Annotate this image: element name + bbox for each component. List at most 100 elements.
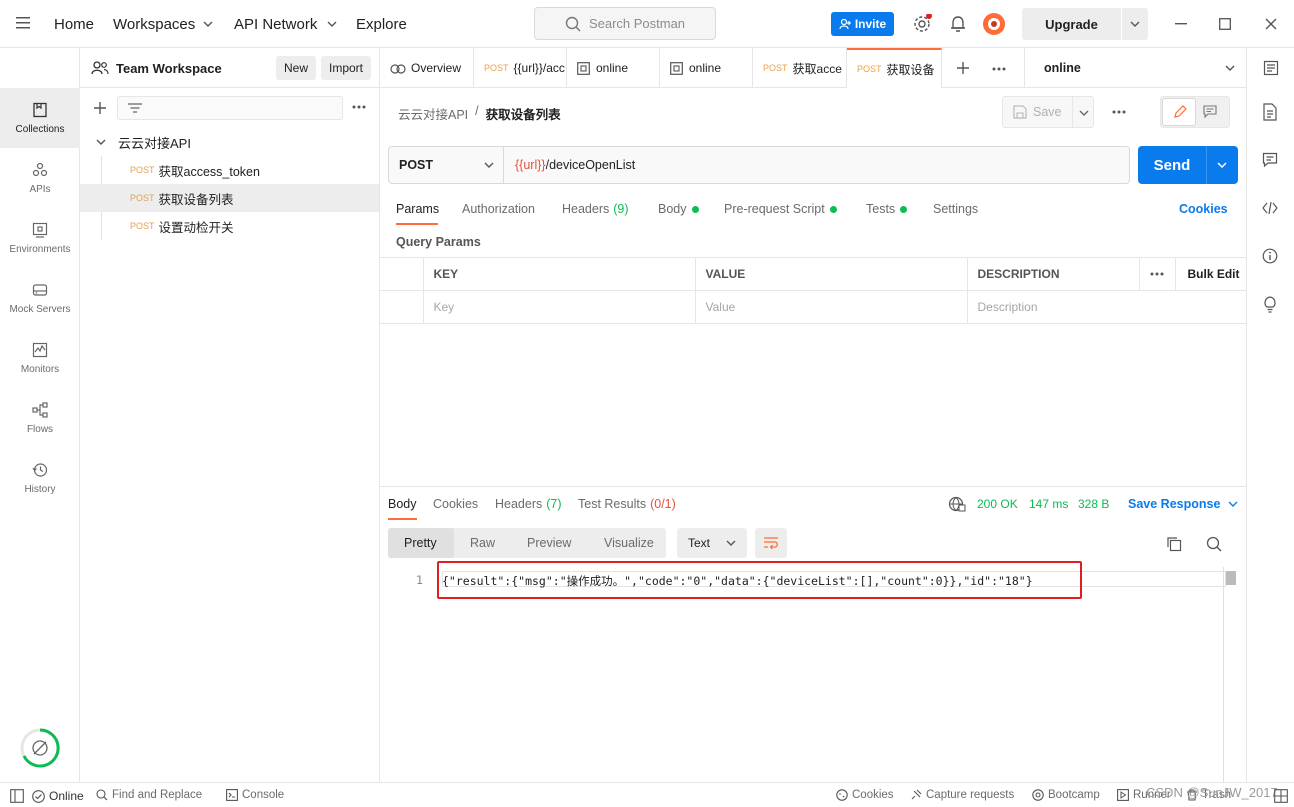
tab-environment[interactable]: online [660,48,753,88]
chevron-down-icon [1225,65,1235,71]
nav-explore[interactable]: Explore [356,0,407,48]
save-response-button[interactable]: Save Response [1128,497,1238,511]
code-icon[interactable] [1262,201,1278,215]
lightbulb-icon[interactable] [1262,295,1278,313]
view-preview[interactable]: Preview [527,536,571,550]
url-input[interactable]: {{url}}/deviceOpenList [515,158,635,172]
response-time[interactable]: 147 ms [1029,497,1068,511]
tab-authorization[interactable]: Authorization [462,200,535,218]
tab-body[interactable]: Body [658,200,699,218]
add-collection-icon[interactable] [94,102,106,114]
upgrade-button[interactable]: Upgrade [1022,8,1148,40]
checkbox-column [380,257,424,291]
description-input[interactable]: Description [966,290,1246,324]
response-tab-headers[interactable]: Headers (7) [495,497,562,511]
nav-environments[interactable]: Environments [0,208,80,268]
capture-requests-button[interactable]: Capture requests [910,789,1014,801]
request-item-selected[interactable]: POST 获取设备列表 [80,184,379,212]
tab-environment[interactable]: online [567,48,660,88]
column-header-description: DESCRIPTION [966,257,1140,291]
tab-params[interactable]: Params [396,200,439,218]
filter-input[interactable] [117,96,343,120]
new-button[interactable]: New [276,56,316,80]
search-box[interactable]: Search Postman [534,7,716,40]
console-button[interactable]: Console [226,789,284,801]
online-status[interactable]: Online [32,789,84,803]
collection-item[interactable]: 云云对接API [80,128,379,156]
tab-tests[interactable]: Tests [866,200,908,218]
tab-pre-request-script[interactable]: Pre-request Script [724,200,837,218]
chevron-down-icon [726,540,736,546]
nav-apis[interactable]: APIs [0,148,80,208]
request-more-options-icon[interactable] [1112,110,1126,114]
request-item[interactable]: POST 设置动检开关 [80,212,379,240]
nav-flows[interactable]: Flows [0,388,80,448]
editor-scrollbar-thumb[interactable] [1226,571,1236,585]
find-and-replace[interactable]: Find and Replace [96,789,202,801]
nav-workspaces[interactable]: Workspaces [113,0,213,48]
save-button[interactable]: Save [1002,96,1094,128]
menu-icon[interactable] [16,17,30,29]
notification-bell-icon[interactable] [950,15,966,33]
environment-quick-look-icon[interactable] [1263,60,1279,76]
more-options-icon[interactable] [352,105,366,109]
method-select[interactable]: POST [389,147,504,183]
tab-settings[interactable]: Settings [933,200,978,218]
sync-status-icon[interactable] [20,728,60,768]
layout-toggle-icon[interactable] [10,789,24,803]
status-bar: Online Find and Replace Console Cookies … [0,782,1294,807]
breadcrumb-collection[interactable]: 云云对接API [398,104,468,123]
invite-button[interactable]: Invite [831,12,894,36]
cookies-link[interactable]: Cookies [1179,200,1228,218]
response-status[interactable]: 200 OK [977,497,1018,511]
chevron-down-icon[interactable] [1130,21,1140,27]
tab-request[interactable]: POST {{url}}/acc [474,48,567,88]
tab-headers[interactable]: Headers (9) [562,200,629,218]
nav-mock-servers[interactable]: Mock Servers [0,268,80,328]
view-pretty[interactable]: Pretty [404,536,437,550]
view-raw[interactable]: Raw [470,536,495,550]
comment-mode-icon[interactable] [1203,105,1217,118]
nav-home[interactable]: Home [54,0,94,48]
close-icon[interactable] [1265,18,1277,30]
key-input[interactable]: Key [422,290,696,324]
response-size[interactable]: 328 B [1078,497,1109,511]
minimize-icon[interactable] [1175,23,1187,25]
import-button[interactable]: Import [321,56,371,80]
info-icon[interactable] [1262,248,1278,264]
tab-request[interactable]: POST 获取acce [753,48,847,88]
tab-more-options-icon[interactable] [992,67,1006,71]
maximize-icon[interactable] [1219,18,1231,30]
response-tab-cookies[interactable]: Cookies [433,497,478,511]
new-tab-icon[interactable] [957,62,969,74]
tab-request-active[interactable]: POST 获取设备 [847,48,942,88]
format-select[interactable]: Text [677,528,747,558]
table-more-options[interactable] [1138,257,1176,291]
bulk-edit-button[interactable]: Bulk Edit [1174,257,1246,291]
documentation-icon[interactable] [1262,103,1278,121]
globe-network-icon[interactable] [948,496,966,512]
request-item[interactable]: POST 获取access_token [80,156,379,184]
send-button[interactable]: Send [1138,146,1238,184]
settings-gear-icon[interactable] [912,14,932,34]
search-icon[interactable] [1206,536,1222,552]
copy-icon[interactable] [1166,536,1182,552]
chevron-down-icon[interactable] [1217,162,1227,168]
nav-monitors[interactable]: Monitors [0,328,80,388]
cookies-button[interactable]: Cookies [836,789,894,801]
comments-icon[interactable] [1262,152,1278,168]
bootcamp-button[interactable]: Bootcamp [1032,789,1100,801]
nav-history[interactable]: History [0,448,80,508]
environment-selector[interactable]: online [1024,48,1246,88]
edit-mode-button[interactable] [1162,98,1196,126]
view-visualize[interactable]: Visualize [604,536,654,550]
response-tab-test-results[interactable]: Test Results (0/1) [578,497,676,511]
response-tab-body[interactable]: Body [388,497,417,511]
nav-collections[interactable]: Collections [0,88,80,148]
value-input[interactable]: Value [694,290,968,324]
help-icon[interactable] [1274,789,1288,803]
nav-api-network[interactable]: API Network [234,0,337,48]
avatar[interactable] [982,12,1006,36]
wrap-lines-button[interactable] [755,528,787,558]
tab-overview[interactable]: Overview [380,48,474,88]
